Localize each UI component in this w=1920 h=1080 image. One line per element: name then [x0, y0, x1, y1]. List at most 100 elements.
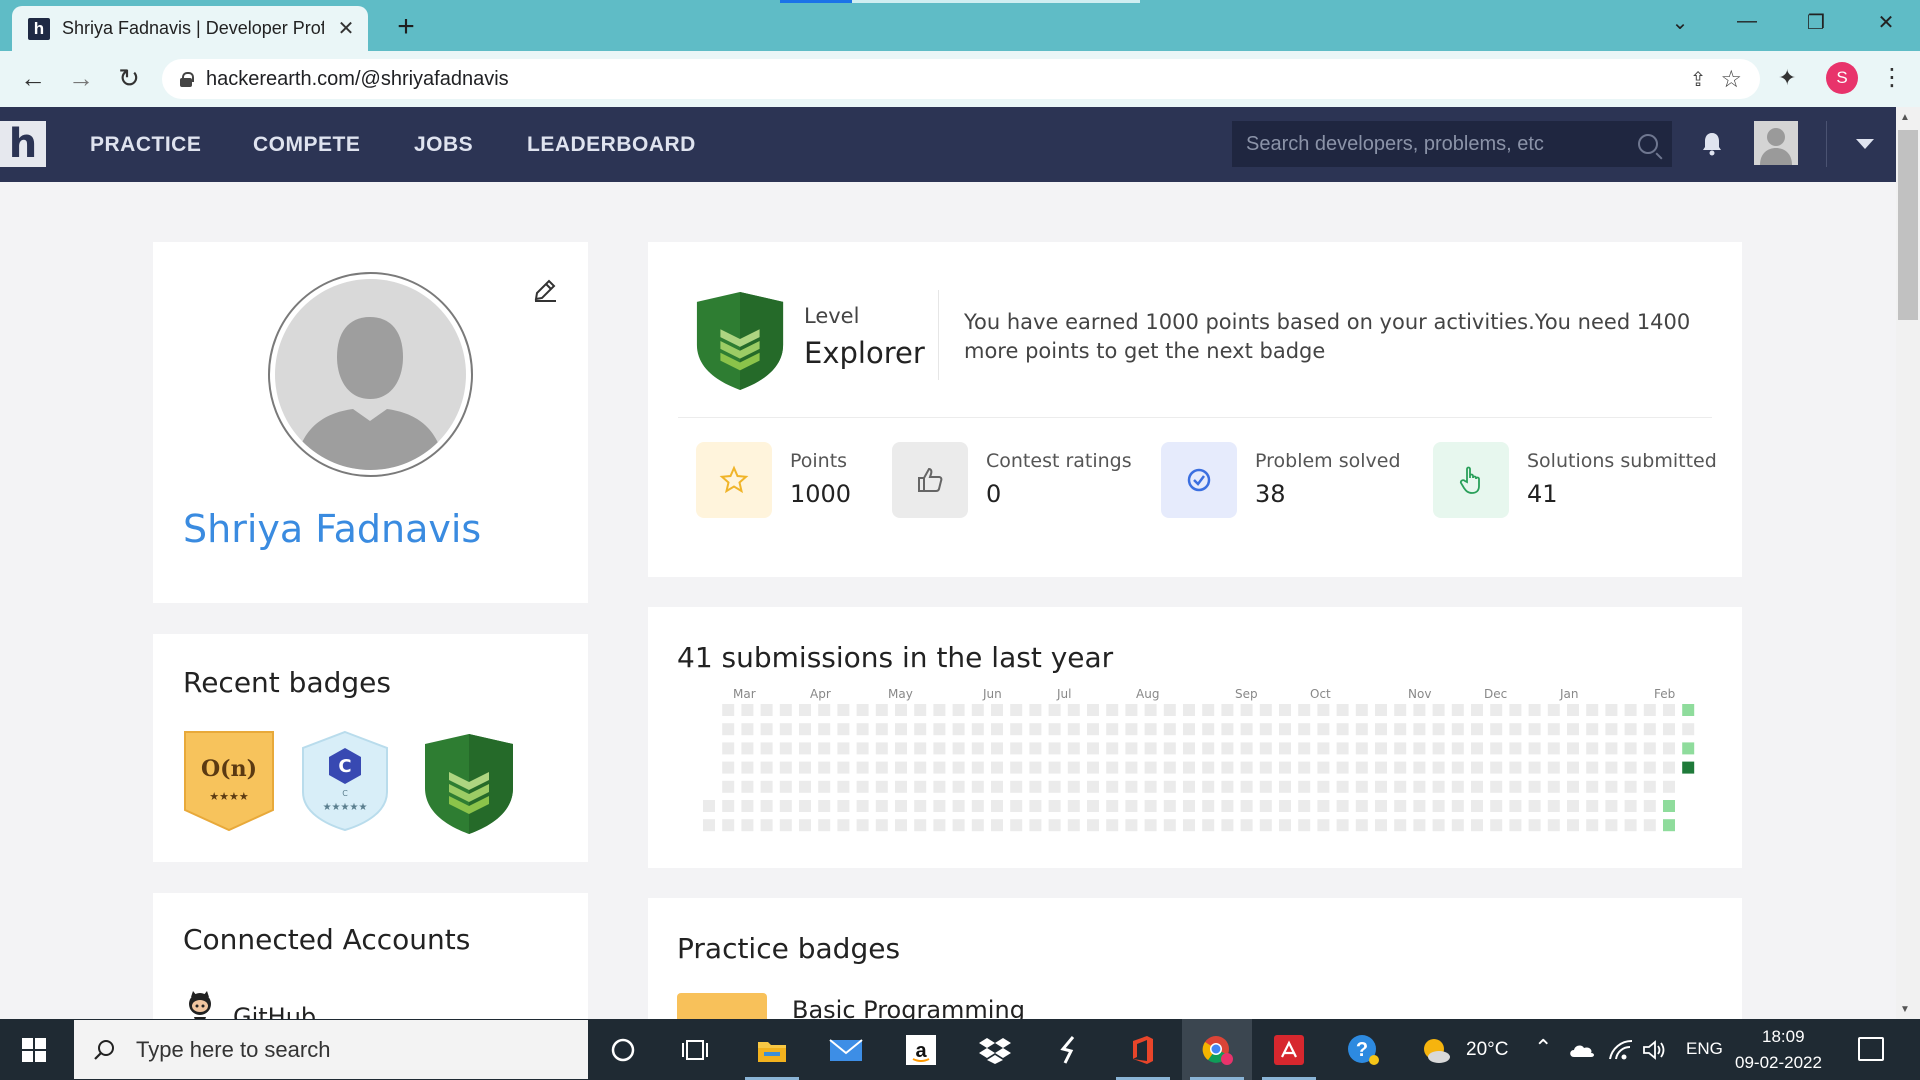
- heatmap-cell[interactable]: [760, 780, 773, 793]
- heatmap-cell[interactable]: [1355, 742, 1368, 755]
- heatmap-cell[interactable]: [952, 723, 965, 736]
- nav-leaderboard[interactable]: LEADERBOARD: [527, 133, 696, 157]
- heatmap-cell[interactable]: [1509, 819, 1522, 832]
- heatmap-cell[interactable]: [779, 723, 792, 736]
- heatmap-cell[interactable]: [1240, 819, 1253, 832]
- heatmap-cell[interactable]: [722, 761, 735, 774]
- heatmap-cell[interactable]: [1067, 800, 1080, 812]
- heatmap-cell[interactable]: [779, 819, 792, 832]
- heatmap-cell[interactable]: [741, 723, 754, 736]
- heatmap-cell[interactable]: [779, 780, 792, 793]
- heatmap-cell[interactable]: [1432, 780, 1445, 793]
- site-search-input[interactable]: [1246, 132, 1638, 156]
- heatmap-cell[interactable]: [1413, 800, 1426, 812]
- heatmap-cell[interactable]: [1586, 761, 1599, 774]
- heatmap-cell[interactable]: [760, 800, 773, 812]
- heatmap-cell[interactable]: [1221, 723, 1234, 736]
- heatmap-cell[interactable]: [1125, 761, 1138, 774]
- heatmap-cell[interactable]: [1432, 704, 1445, 716]
- chrome-icon[interactable]: [1182, 1019, 1252, 1080]
- heatmap-cell[interactable]: [1375, 819, 1387, 832]
- heatmap-cell[interactable]: [895, 800, 907, 812]
- back-button[interactable]: ←: [16, 63, 50, 94]
- heatmap-cell[interactable]: [1643, 704, 1656, 716]
- heatmap-cell[interactable]: [1183, 761, 1195, 774]
- heatmap-cell[interactable]: [1375, 723, 1387, 736]
- browser-tab[interactable]: h Shriya Fadnavis | Developer Profile ✕: [12, 6, 368, 51]
- heatmap-cell[interactable]: [837, 819, 850, 832]
- input-language[interactable]: ENG: [1686, 1039, 1723, 1059]
- heatmap-cell[interactable]: [1643, 742, 1656, 755]
- heatmap-cell[interactable]: [991, 723, 1003, 736]
- heatmap-cell[interactable]: [1490, 704, 1503, 716]
- heatmap-cell[interactable]: [1375, 800, 1387, 812]
- heatmap-cell[interactable]: [971, 761, 984, 774]
- heatmap-cell[interactable]: [1547, 780, 1560, 793]
- heatmap-cell[interactable]: [991, 761, 1003, 774]
- heatmap-cell[interactable]: [1567, 761, 1579, 774]
- heatmap-cell[interactable]: [1298, 723, 1311, 736]
- heatmap-cell[interactable]: [1144, 800, 1157, 812]
- heatmap-cell[interactable]: [1375, 761, 1387, 774]
- heatmap-cell[interactable]: [1624, 800, 1637, 812]
- heatmap-cell[interactable]: [895, 819, 907, 832]
- edit-pencil-icon[interactable]: [531, 276, 559, 304]
- heatmap-cell[interactable]: [1567, 800, 1579, 812]
- heatmap-cell[interactable]: [933, 800, 946, 812]
- heatmap-cell[interactable]: [1202, 742, 1215, 755]
- heatmap-cell[interactable]: [1106, 819, 1119, 832]
- heatmap-cell[interactable]: [1029, 819, 1042, 832]
- heatmap-cell[interactable]: [837, 761, 850, 774]
- heatmap-cell[interactable]: [799, 704, 811, 716]
- heatmap-cell[interactable]: [1029, 704, 1042, 716]
- heatmap-cell[interactable]: [856, 780, 869, 793]
- heatmap-cell[interactable]: [1394, 761, 1407, 774]
- heatmap-cell[interactable]: [1567, 742, 1579, 755]
- heatmap-cell[interactable]: [933, 723, 946, 736]
- new-tab-button[interactable]: +: [390, 10, 422, 44]
- heatmap-cell[interactable]: [1298, 800, 1311, 812]
- app-s-icon[interactable]: [1034, 1019, 1104, 1080]
- heatmap-cell[interactable]: [1586, 780, 1599, 793]
- heatmap-cell[interactable]: [1624, 819, 1637, 832]
- heatmap-cell[interactable]: [1567, 780, 1579, 793]
- heatmap-cell[interactable]: [1183, 819, 1195, 832]
- heatmap-cell[interactable]: [933, 780, 946, 793]
- heatmap-cell[interactable]: [1106, 742, 1119, 755]
- heatmap-cell[interactable]: [1547, 761, 1560, 774]
- heatmap-cell[interactable]: [1528, 704, 1541, 716]
- heatmap-cell[interactable]: [1125, 819, 1138, 832]
- heatmap-cell[interactable]: [875, 819, 888, 832]
- heatmap-cell[interactable]: [1125, 704, 1138, 716]
- heatmap-cell[interactable]: [837, 704, 850, 716]
- heatmap-cell[interactable]: [1048, 723, 1061, 736]
- heatmap-cell[interactable]: [1355, 723, 1368, 736]
- heatmap-cell[interactable]: [1010, 704, 1023, 716]
- heatmap-cell[interactable]: [895, 761, 907, 774]
- heatmap-cell[interactable]: [952, 761, 965, 774]
- browser-profile-avatar[interactable]: S: [1826, 62, 1858, 94]
- heatmap-cell[interactable]: [1240, 800, 1253, 812]
- minimize-button[interactable]: —: [1727, 10, 1767, 33]
- heatmap-cell[interactable]: [952, 742, 965, 755]
- heatmap-cell[interactable]: [703, 819, 715, 832]
- heatmap-cell[interactable]: [799, 742, 811, 755]
- heatmap-cell[interactable]: [1643, 819, 1656, 832]
- heatmap-cell[interactable]: [1087, 742, 1099, 755]
- heatmap-cell[interactable]: [1279, 819, 1291, 832]
- heatmap-cell[interactable]: [1125, 723, 1138, 736]
- heatmap-cell[interactable]: [1528, 780, 1541, 793]
- heatmap-cell[interactable]: [1317, 819, 1330, 832]
- heatmap-cell[interactable]: [1432, 761, 1445, 774]
- heatmap-cell[interactable]: [1509, 704, 1522, 716]
- heatmap-cell[interactable]: [1509, 780, 1522, 793]
- heatmap-cell[interactable]: [1202, 761, 1215, 774]
- heatmap-cell[interactable]: [779, 761, 792, 774]
- heatmap-cell[interactable]: [1221, 800, 1234, 812]
- heatmap-cell[interactable]: [1221, 704, 1234, 716]
- heatmap-cell[interactable]: [722, 819, 735, 832]
- heatmap-cell[interactable]: [1279, 780, 1291, 793]
- heatmap-cell[interactable]: [1547, 819, 1560, 832]
- heatmap-cell[interactable]: [1471, 819, 1483, 832]
- heatmap-cell[interactable]: [1490, 761, 1503, 774]
